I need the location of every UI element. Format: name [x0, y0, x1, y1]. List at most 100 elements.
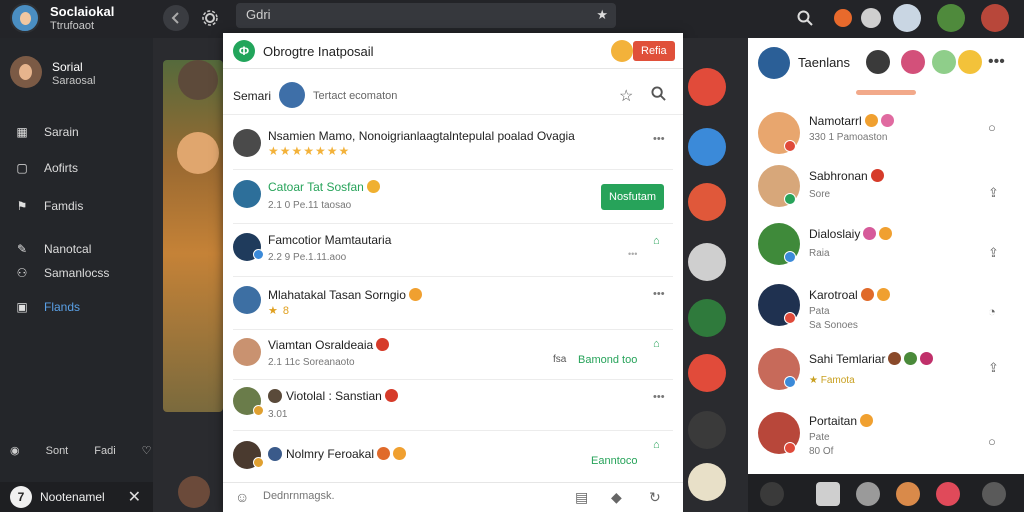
friend-meta: 330 1 Pamoaston — [809, 132, 888, 143]
panel-title: Taenlans — [798, 55, 851, 70]
favorite-icon[interactable]: ☆ — [619, 86, 633, 106]
reaction-avatar-5[interactable] — [688, 354, 726, 392]
divider — [233, 276, 673, 277]
panel-avatar[interactable] — [758, 47, 790, 79]
sidebar-item-home[interactable]: ▦ Sarain — [14, 123, 79, 141]
camera-icon[interactable] — [816, 482, 840, 506]
emoji-icon[interactable]: ☺ — [235, 489, 249, 505]
item-name: Mlahatakal Tasan Sorngio — [268, 288, 422, 302]
friend-name: Dialoslaiy — [809, 227, 893, 241]
action-link[interactable]: Bamond too — [578, 354, 637, 366]
sidebar-item-activity[interactable]: ▢ Aofirts — [14, 159, 78, 177]
divider — [233, 329, 673, 330]
friend-avatar-3[interactable] — [981, 4, 1009, 32]
fox-icon[interactable] — [896, 482, 920, 506]
status-circle-icon[interactable]: ○ — [988, 120, 996, 135]
friend-avatar-2[interactable] — [937, 4, 965, 32]
action-button[interactable]: Nosfutam — [601, 184, 665, 210]
friend-avatar-1[interactable] — [893, 4, 921, 32]
sidebar-item-photos[interactable]: ▣ Flands — [14, 298, 80, 316]
star-icon[interactable]: ★ — [596, 7, 608, 23]
friend-avatar-icon[interactable] — [932, 50, 956, 74]
info-icon[interactable]: ◉ — [10, 444, 20, 457]
user-avatar[interactable] — [233, 286, 261, 314]
back-icon[interactable] — [163, 5, 189, 31]
reaction-avatar-7[interactable] — [688, 463, 726, 501]
top-search-bar[interactable]: ★ — [236, 3, 616, 28]
feed-bottom-avatar[interactable] — [178, 476, 210, 508]
sidebar-item-friends[interactable]: ⚑ Famdis — [14, 197, 84, 215]
clock-icon[interactable]: ◔ — [988, 304, 996, 319]
search-input[interactable] — [246, 7, 576, 22]
close-icon[interactable]: ✕ — [128, 487, 141, 507]
more-icon[interactable]: ••• — [628, 249, 637, 259]
subheader-avatar[interactable] — [279, 82, 305, 108]
brand-avatar[interactable] — [10, 3, 40, 33]
q-app-icon[interactable] — [936, 482, 960, 506]
search-icon[interactable] — [791, 4, 819, 32]
share-icon[interactable]: ⇪ — [988, 360, 999, 376]
status-icon — [784, 312, 796, 324]
action-link[interactable]: Eanntoco — [591, 455, 637, 467]
gif-icon[interactable]: ◆ — [611, 489, 622, 506]
status-dot-icon[interactable] — [857, 4, 885, 32]
post-detail-modal: Ф Obrogtre Inatposail Refia Semari Terta… — [223, 33, 683, 512]
footer-link-2[interactable]: Fadi — [94, 445, 115, 457]
feed-avatar[interactable] — [178, 60, 218, 100]
reply-icon[interactable]: ⌂ — [653, 235, 660, 247]
user-avatar[interactable] — [233, 129, 261, 157]
search-icon[interactable] — [651, 86, 666, 105]
dock-avatar-icon[interactable] — [982, 482, 1006, 506]
dock-avatar-icon[interactable] — [760, 482, 784, 506]
settings-icon[interactable] — [197, 5, 223, 31]
friend-meta: Sore — [809, 189, 831, 200]
feed-post-image[interactable] — [163, 60, 223, 412]
friend-name: Karotroal — [809, 288, 890, 302]
reply-icon[interactable]: ⌂ — [653, 439, 660, 451]
share-icon[interactable]: ⇪ — [988, 245, 999, 261]
reaction-avatar-3[interactable] — [688, 243, 726, 281]
heart-icon[interactable]: ♡ — [142, 444, 152, 457]
friend-meta: Pate — [809, 432, 830, 443]
more-icon[interactable]: ••• — [988, 53, 1005, 71]
brand-subtitle: Ttrufoaot — [50, 20, 95, 32]
friend-avatar-icon[interactable] — [866, 50, 890, 74]
profile-subtitle: Saraosal — [52, 75, 96, 87]
sidebar-item-label: Sarain — [44, 125, 79, 139]
profile-avatar[interactable] — [10, 56, 42, 88]
user-avatar[interactable] — [233, 338, 261, 366]
status-icon — [253, 405, 264, 416]
sidebar-item-label: Flands — [44, 300, 81, 314]
more-icon[interactable]: ••• — [653, 288, 665, 300]
friend-avatar-icon[interactable] — [958, 50, 982, 74]
status-circle-icon[interactable]: ○ — [988, 434, 996, 449]
more-icon[interactable]: ••• — [653, 391, 665, 403]
comment-input[interactable] — [263, 490, 563, 502]
friend-avatar-icon[interactable] — [901, 50, 925, 74]
reaction-avatar-2[interactable] — [688, 183, 726, 221]
attach-icon[interactable]: ▤ — [575, 489, 588, 506]
sidebar-item-notes[interactable]: ✎ Nanotcal — [14, 240, 91, 258]
footer-link-1[interactable]: Sont — [46, 445, 69, 457]
modal-badge-button[interactable]: Refia — [633, 41, 675, 61]
notification-count-badge[interactable]: 7 — [10, 486, 32, 508]
emoji-icon[interactable] — [611, 40, 633, 62]
user-avatar[interactable] — [233, 180, 261, 208]
sidebar-bottom-label[interactable]: Nootenamel — [40, 490, 105, 504]
more-icon[interactable]: ••• — [653, 133, 665, 145]
gear-icon[interactable] — [856, 482, 880, 506]
heart-reaction-icon[interactable] — [688, 68, 726, 106]
sidebar-item-label: Nanotcal — [44, 242, 92, 256]
reaction-avatar-4[interactable] — [688, 299, 726, 337]
reaction-avatar-1[interactable] — [688, 128, 726, 166]
item-meta: 3.01 — [268, 409, 288, 420]
reaction-avatar-6[interactable] — [688, 411, 726, 449]
notification-icon[interactable] — [829, 4, 857, 32]
reply-icon[interactable]: ⌂ — [653, 338, 660, 350]
item-name: Nsamien Mamo, Nonoigrianlaagtalntepulal … — [268, 129, 575, 143]
sidebar-item-groups[interactable]: ⚇ Samanlocss — [14, 264, 110, 282]
friend-meta: Raia — [809, 248, 830, 259]
profile-name[interactable]: Sorial — [52, 60, 83, 74]
send-icon[interactable]: ↻ — [649, 489, 661, 506]
share-icon[interactable]: ⇪ — [988, 185, 999, 201]
